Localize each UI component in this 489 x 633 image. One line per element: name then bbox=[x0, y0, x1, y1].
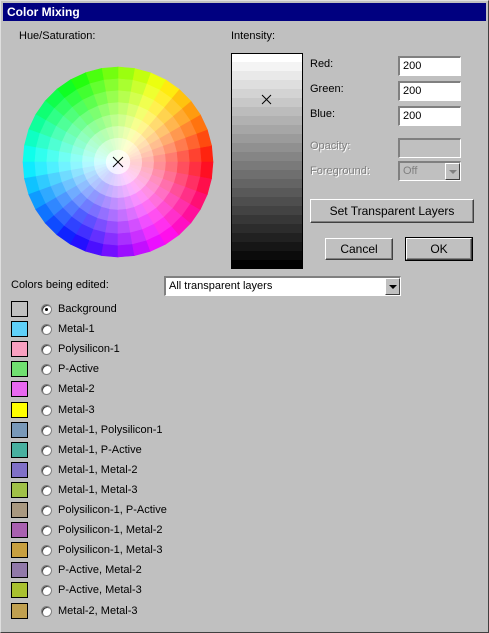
color-radio[interactable] bbox=[41, 545, 52, 557]
color-radio[interactable] bbox=[41, 404, 52, 416]
color-radio[interactable] bbox=[41, 505, 52, 516]
color-radio-label[interactable]: Polysilicon-1 bbox=[58, 343, 120, 355]
color-swatch[interactable] bbox=[11, 542, 28, 559]
color-radio-label[interactable]: Metal-1, Metal-3 bbox=[58, 484, 137, 496]
layer-select-value: All transparent layers bbox=[169, 280, 273, 292]
set-transparent-layers-button[interactable]: Set Transparent Layers bbox=[310, 199, 474, 223]
color-swatch[interactable] bbox=[11, 602, 28, 619]
opacity-label: Opacity: bbox=[310, 140, 351, 152]
opacity-input[interactable] bbox=[398, 138, 461, 158]
color-radio[interactable] bbox=[41, 565, 52, 577]
color-radio-label[interactable]: Polysilicon-1, Metal-3 bbox=[58, 544, 163, 556]
color-radio[interactable] bbox=[41, 525, 52, 537]
intensity-label: Intensity: bbox=[231, 30, 276, 42]
color-swatch[interactable] bbox=[11, 502, 28, 518]
blue-input[interactable]: 200 bbox=[398, 106, 461, 126]
color-swatch[interactable] bbox=[11, 481, 28, 498]
color-radio-label[interactable]: Metal-3 bbox=[58, 404, 95, 416]
color-swatch[interactable] bbox=[11, 321, 28, 338]
color-radio[interactable] bbox=[41, 444, 52, 456]
color-radio-label[interactable]: P-Active, Metal-2 bbox=[58, 564, 142, 576]
color-radio[interactable] bbox=[41, 304, 52, 315]
blue-label: Blue: bbox=[310, 108, 336, 120]
window-title: Color Mixing bbox=[3, 3, 486, 21]
color-radio-label[interactable]: Polysilicon-1, P-Active bbox=[58, 504, 167, 516]
color-swatch[interactable] bbox=[11, 381, 28, 398]
color-swatch[interactable] bbox=[11, 361, 28, 378]
color-swatch[interactable] bbox=[11, 341, 28, 358]
ok-button[interactable]: OK bbox=[405, 237, 473, 261]
green-input[interactable]: 200 bbox=[398, 81, 461, 101]
red-label: Red: bbox=[310, 58, 334, 70]
chevron-down-icon[interactable] bbox=[445, 163, 460, 180]
hue-saturation-wheel[interactable] bbox=[21, 66, 217, 262]
color-radio-label[interactable]: Metal-1, Metal-2 bbox=[58, 464, 137, 476]
color-swatch[interactable] bbox=[11, 562, 28, 579]
color-radio-label[interactable]: P-Active bbox=[58, 363, 99, 375]
color-mixing-dialog: Color Mixing Hue/Saturation: Intensity: … bbox=[0, 0, 489, 633]
foreground-label: Foreground: bbox=[310, 165, 370, 177]
color-swatch[interactable] bbox=[11, 522, 28, 539]
green-label: Green: bbox=[310, 83, 344, 95]
colors-being-edited-label: Colors being edited: bbox=[11, 279, 109, 291]
color-radio[interactable] bbox=[41, 384, 52, 396]
color-swatch[interactable] bbox=[11, 582, 28, 599]
foreground-select[interactable]: Off bbox=[398, 161, 461, 181]
color-swatch[interactable] bbox=[11, 301, 28, 317]
color-radio-label[interactable]: Metal-1, Polysilicon-1 bbox=[58, 424, 163, 436]
color-radio-label[interactable]: Polysilicon-1, Metal-2 bbox=[58, 524, 163, 536]
color-radio-label[interactable]: P-Active, Metal-3 bbox=[58, 584, 142, 596]
color-radio[interactable] bbox=[41, 324, 52, 336]
color-radio[interactable] bbox=[41, 464, 52, 476]
hue-saturation-label: Hue/Saturation: bbox=[19, 30, 96, 42]
color-radio-label[interactable]: Background bbox=[58, 303, 117, 315]
color-radio[interactable] bbox=[41, 605, 52, 617]
foreground-value: Off bbox=[403, 165, 418, 177]
cancel-button[interactable]: Cancel bbox=[325, 238, 393, 260]
color-radio-label[interactable]: Metal-2, Metal-3 bbox=[58, 605, 137, 617]
color-radio[interactable] bbox=[41, 364, 52, 376]
red-input[interactable]: 200 bbox=[398, 56, 461, 76]
color-radio-label[interactable]: Metal-1, P-Active bbox=[58, 444, 142, 456]
color-swatch[interactable] bbox=[11, 461, 28, 478]
color-radio[interactable] bbox=[41, 424, 52, 436]
color-swatch[interactable] bbox=[11, 401, 28, 418]
color-swatch[interactable] bbox=[11, 421, 28, 438]
color-swatch[interactable] bbox=[11, 441, 28, 458]
intensity-slider[interactable] bbox=[231, 53, 303, 269]
chevron-down-icon[interactable] bbox=[385, 278, 400, 295]
color-radio[interactable] bbox=[41, 344, 52, 356]
layer-select[interactable]: All transparent layers bbox=[164, 276, 401, 296]
color-radio[interactable] bbox=[41, 484, 52, 496]
color-radio[interactable] bbox=[41, 585, 52, 597]
color-radio-label[interactable]: Metal-2 bbox=[58, 383, 95, 395]
color-radio-label[interactable]: Metal-1 bbox=[58, 323, 95, 335]
